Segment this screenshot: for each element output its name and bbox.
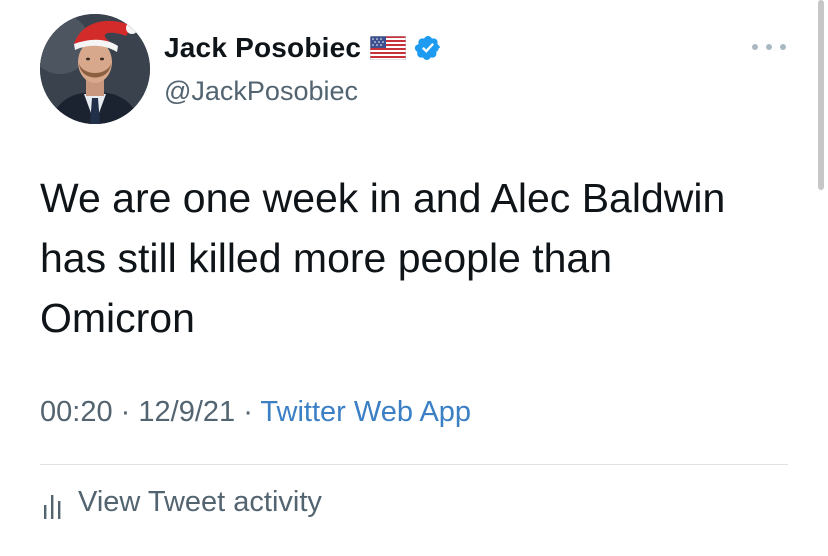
author-display-name[interactable]: Jack Posobiec: [164, 32, 361, 64]
meta-separator: ·: [120, 396, 131, 428]
more-options-button[interactable]: [752, 40, 786, 54]
tweet-time[interactable]: 00:20: [40, 396, 113, 428]
view-tweet-activity-button[interactable]: View Tweet activity: [40, 486, 322, 519]
more-dot-icon: [752, 44, 758, 50]
more-dot-icon: [780, 44, 786, 50]
tweet-source-link[interactable]: Twitter Web App: [260, 396, 471, 428]
meta-separator: ·: [243, 396, 253, 428]
tweet-text-line: We are one week in and Alec Baldwin: [40, 175, 726, 221]
author-handle[interactable]: @JackPosobiec: [164, 76, 358, 107]
us-flag-icon: [370, 36, 407, 60]
author-name-row: Jack Posobiec: [164, 32, 442, 64]
view-tweet-activity-label: View Tweet activity: [78, 486, 322, 518]
avatar[interactable]: [40, 14, 150, 124]
bar-chart-icon: [44, 494, 61, 519]
tweet-text: We are one week in and Alec Baldwin has …: [40, 168, 800, 348]
tweet-text-line: has still killed more people than: [40, 235, 613, 281]
scrollbar[interactable]: [818, 0, 824, 190]
verified-badge-icon: [415, 36, 441, 60]
tweet-text-line: Omicron: [40, 295, 195, 341]
tweet-date[interactable]: 12/9/21: [138, 396, 235, 428]
more-dot-icon: [766, 44, 772, 50]
divider: [40, 464, 788, 465]
avatar-photo: [40, 14, 150, 124]
tweet-meta: 00:20 · 12/9/21 · Twitter Web App: [40, 396, 471, 429]
